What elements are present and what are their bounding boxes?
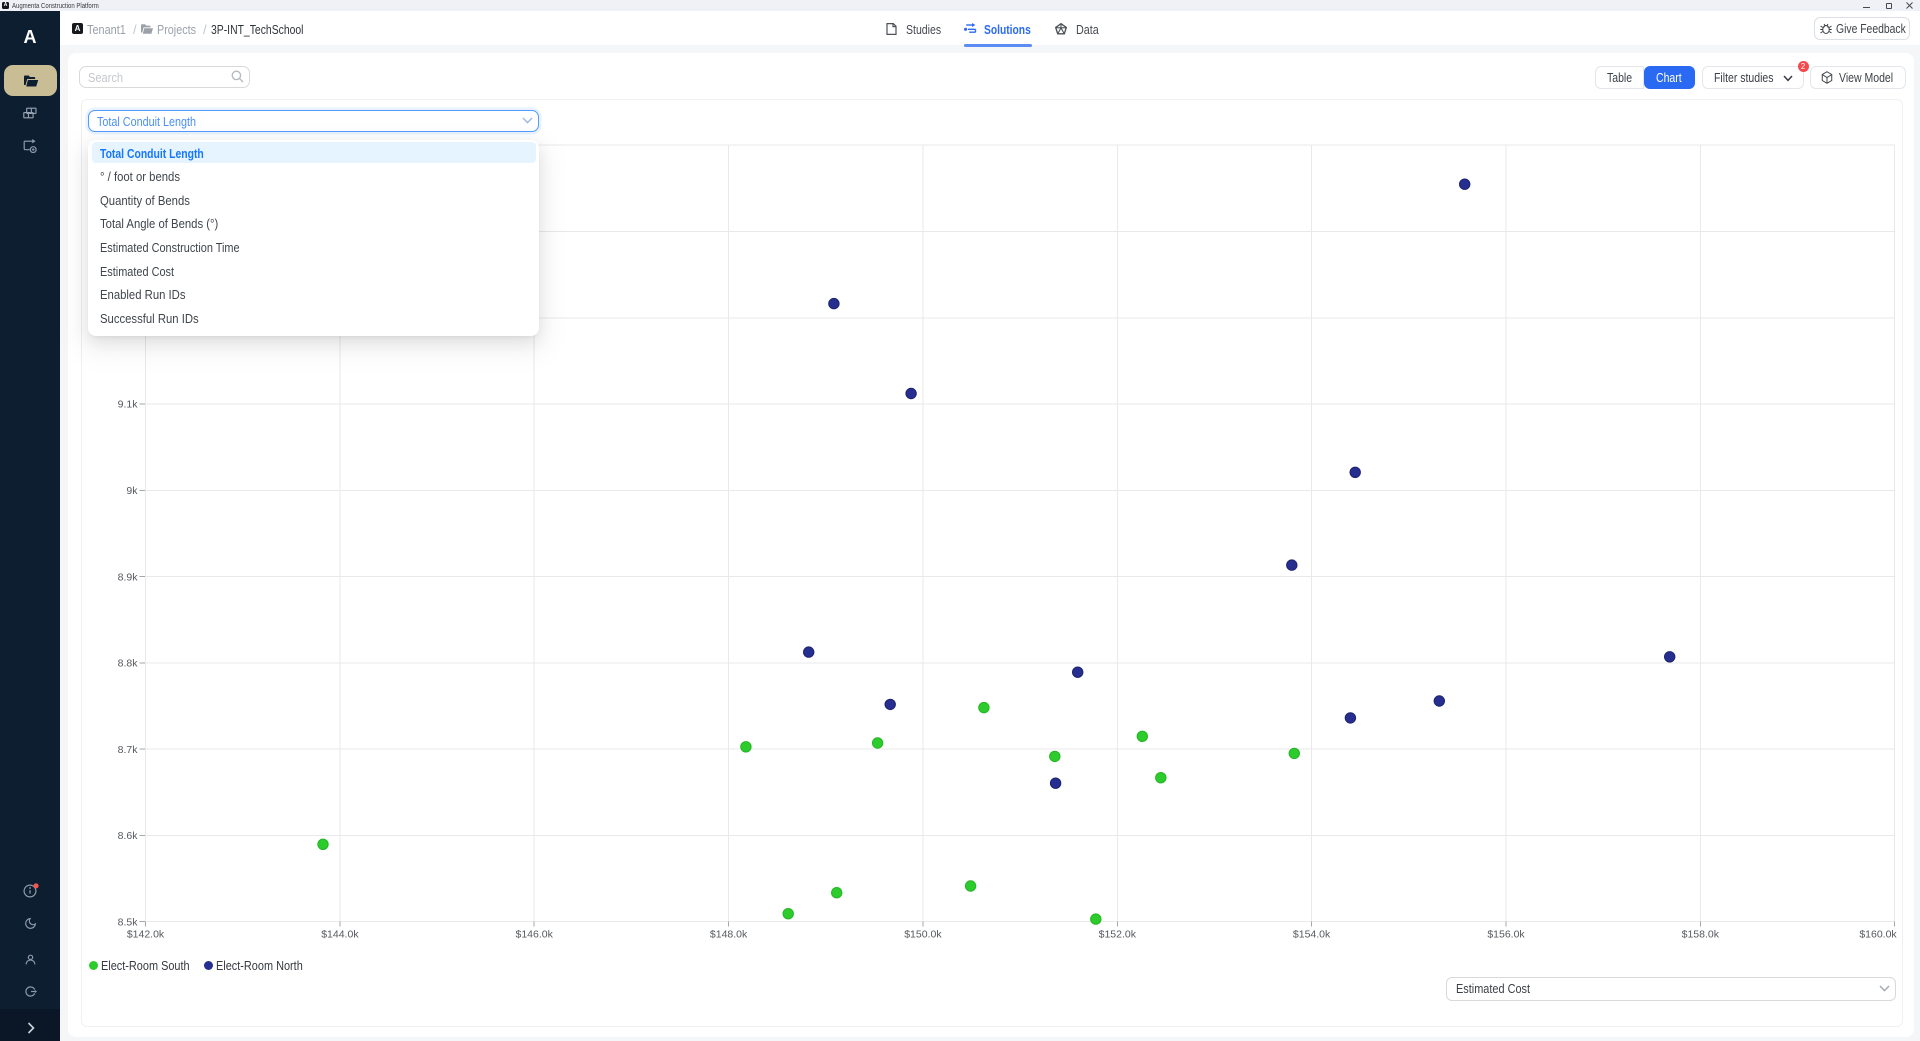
- svg-text:$156.0k: $156.0k: [1487, 929, 1525, 941]
- svg-text:$142.0k: $142.0k: [127, 929, 165, 941]
- svg-text:8.6k: 8.6k: [118, 830, 139, 842]
- svg-text:$158.0k: $158.0k: [1682, 929, 1720, 941]
- svg-text:8.8k: 8.8k: [118, 658, 139, 670]
- svg-text:$144.0k: $144.0k: [321, 929, 359, 941]
- svg-text:8.5k: 8.5k: [118, 916, 139, 928]
- svg-text:9k: 9k: [126, 485, 138, 497]
- svg-text:$150.0k: $150.0k: [904, 929, 942, 941]
- svg-text:$160.0k: $160.0k: [1859, 929, 1897, 941]
- svg-text:$148.0k: $148.0k: [710, 929, 748, 941]
- svg-text:9.1k: 9.1k: [118, 399, 139, 411]
- svg-text:8.9k: 8.9k: [118, 571, 139, 583]
- svg-text:$146.0k: $146.0k: [516, 929, 554, 941]
- svg-text:$152.0k: $152.0k: [1099, 929, 1137, 941]
- svg-text:8.7k: 8.7k: [118, 744, 139, 756]
- svg-text:$154.0k: $154.0k: [1293, 929, 1331, 941]
